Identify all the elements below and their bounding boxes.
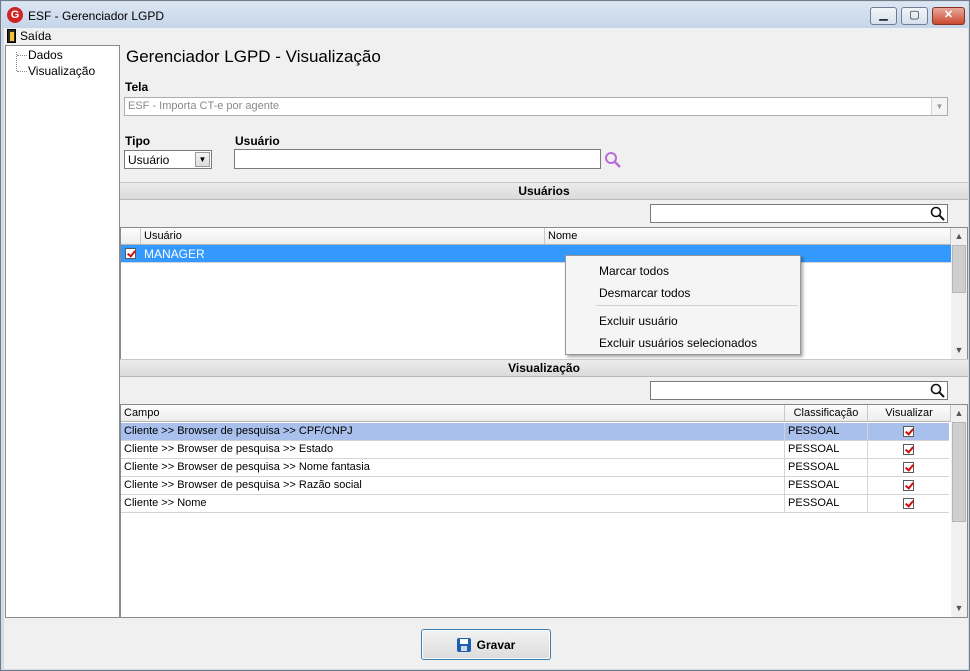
menu-separator [596, 305, 798, 306]
tree-item-visualizacao[interactable]: Visualização [28, 64, 95, 78]
users-section-header: Usuários [120, 182, 968, 200]
tipo-label: Tipo [125, 134, 151, 148]
app-logo-icon: G [7, 7, 23, 23]
view-grid: Campo Classificação Visualizar Cliente >… [120, 404, 968, 618]
search-icon[interactable] [930, 383, 945, 398]
usuario-input[interactable] [234, 149, 601, 169]
row-classificacao: PESSOAL [785, 441, 868, 459]
scroll-thumb[interactable] [952, 422, 966, 522]
scroll-up-icon[interactable]: ▲ [951, 228, 967, 244]
view-header-campo[interactable]: Campo [121, 405, 785, 422]
chevron-down-icon[interactable]: ▼ [195, 152, 210, 167]
tela-value: ESF - Importa CT-e por agente [128, 100, 280, 112]
row-classificacao: PESSOAL [785, 459, 868, 477]
table-row[interactable]: Cliente >> Browser de pesquisa >> CPF/CN… [121, 423, 949, 441]
floppy-disk-icon [456, 637, 471, 652]
title-bar[interactable]: G ESF - Gerenciador LGPD ▁ ▢ ✕ [2, 2, 968, 28]
tree-item-dados[interactable]: Dados [28, 48, 63, 62]
view-filter-input[interactable] [650, 381, 948, 400]
users-header-nome[interactable]: Nome [545, 228, 951, 245]
row-visualizar[interactable] [868, 495, 949, 513]
table-row[interactable]: Cliente >> Browser de pesquisa >> Nome f… [121, 459, 949, 477]
tree-branch [17, 71, 27, 72]
row-visualizar[interactable] [868, 477, 949, 495]
table-row[interactable]: Cliente >> Nome PESSOAL [121, 495, 949, 513]
checkbox-checked-icon[interactable] [903, 444, 914, 455]
usuario-label: Usuário [235, 134, 280, 148]
row-checkbox[interactable] [121, 245, 141, 263]
menu-item-excluir-usuario[interactable]: Excluir usuário [599, 314, 678, 328]
scroll-down-icon[interactable]: ▼ [951, 600, 967, 616]
table-row[interactable]: Cliente >> Browser de pesquisa >> Razão … [121, 477, 949, 495]
navigation-tree: Dados Visualização [5, 45, 120, 618]
client-area: Saída Dados Visualização Gerenciador LGP… [4, 28, 968, 669]
save-button-label: Gravar [476, 637, 516, 652]
row-classificacao: PESSOAL [785, 423, 868, 441]
row-classificacao: PESSOAL [785, 477, 868, 495]
save-button[interactable]: Gravar [421, 629, 551, 660]
scroll-down-icon[interactable]: ▼ [951, 342, 967, 358]
close-button[interactable]: ✕ [932, 7, 965, 25]
row-campo: Cliente >> Nome [121, 495, 785, 513]
row-classificacao: PESSOAL [785, 495, 868, 513]
tela-label: Tela [125, 80, 149, 94]
users-filter-input[interactable] [650, 204, 948, 223]
app-window: G ESF - Gerenciador LGPD ▁ ▢ ✕ Saída Dad… [0, 0, 970, 671]
tree-branch [17, 55, 27, 56]
row-visualizar[interactable] [868, 459, 949, 477]
row-campo: Cliente >> Browser de pesquisa >> Razão … [121, 477, 785, 495]
table-row[interactable]: MANAGER [121, 245, 951, 263]
row-campo: Cliente >> Browser de pesquisa >> Nome f… [121, 459, 785, 477]
checkbox-checked-icon[interactable] [903, 462, 914, 473]
users-header-usuario[interactable]: Usuário [141, 228, 545, 245]
users-grid: Usuário Nome MANAGER ▲ ▼ [120, 227, 968, 360]
exit-door-icon [7, 29, 16, 43]
chevron-down-icon: ▼ [931, 98, 947, 115]
scroll-up-icon[interactable]: ▲ [951, 405, 967, 421]
view-section-header: Visualização [120, 359, 968, 377]
menu-exit[interactable]: Saída [7, 29, 51, 43]
minimize-button[interactable]: ▁ [870, 7, 897, 25]
view-scrollbar[interactable]: ▲ ▼ [951, 405, 967, 617]
view-header-visualizar[interactable]: Visualizar [868, 405, 951, 422]
tipo-value: Usuário [128, 153, 170, 167]
menu-item-excluir-selecionados[interactable]: Excluir usuários selecionados [599, 336, 757, 350]
view-header-classificacao[interactable]: Classificação [785, 405, 868, 422]
search-icon[interactable] [604, 151, 622, 169]
row-usuario: MANAGER [144, 247, 205, 261]
tela-combo: ESF - Importa CT-e por agente ▼ [124, 97, 948, 116]
row-visualizar[interactable] [868, 441, 949, 459]
menu-item-desmarcar-todos[interactable]: Desmarcar todos [599, 286, 690, 300]
context-menu: Marcar todos Desmarcar todos Excluir usu… [565, 255, 801, 355]
menu-item-marcar-todos[interactable]: Marcar todos [599, 264, 669, 278]
maximize-button[interactable]: ▢ [901, 7, 928, 25]
checkbox-checked-icon[interactable] [125, 248, 136, 259]
menu-bar: Saída [4, 28, 968, 46]
tipo-select[interactable]: Usuário ▼ [124, 150, 212, 169]
search-icon[interactable] [930, 206, 945, 221]
checkbox-checked-icon[interactable] [903, 426, 914, 437]
checkbox-checked-icon[interactable] [903, 480, 914, 491]
scroll-thumb[interactable] [952, 245, 966, 293]
users-scrollbar[interactable]: ▲ ▼ [951, 228, 967, 359]
row-campo: Cliente >> Browser de pesquisa >> Estado [121, 441, 785, 459]
window-title: ESF - Gerenciador LGPD [28, 9, 165, 23]
users-header-check [121, 228, 141, 245]
checkbox-checked-icon[interactable] [903, 498, 914, 509]
row-campo: Cliente >> Browser de pesquisa >> CPF/CN… [121, 423, 785, 441]
row-visualizar[interactable] [868, 423, 949, 441]
table-row[interactable]: Cliente >> Browser de pesquisa >> Estado… [121, 441, 949, 459]
page-title: Gerenciador LGPD - Visualização [126, 47, 381, 66]
menu-exit-label: Saída [20, 29, 52, 43]
